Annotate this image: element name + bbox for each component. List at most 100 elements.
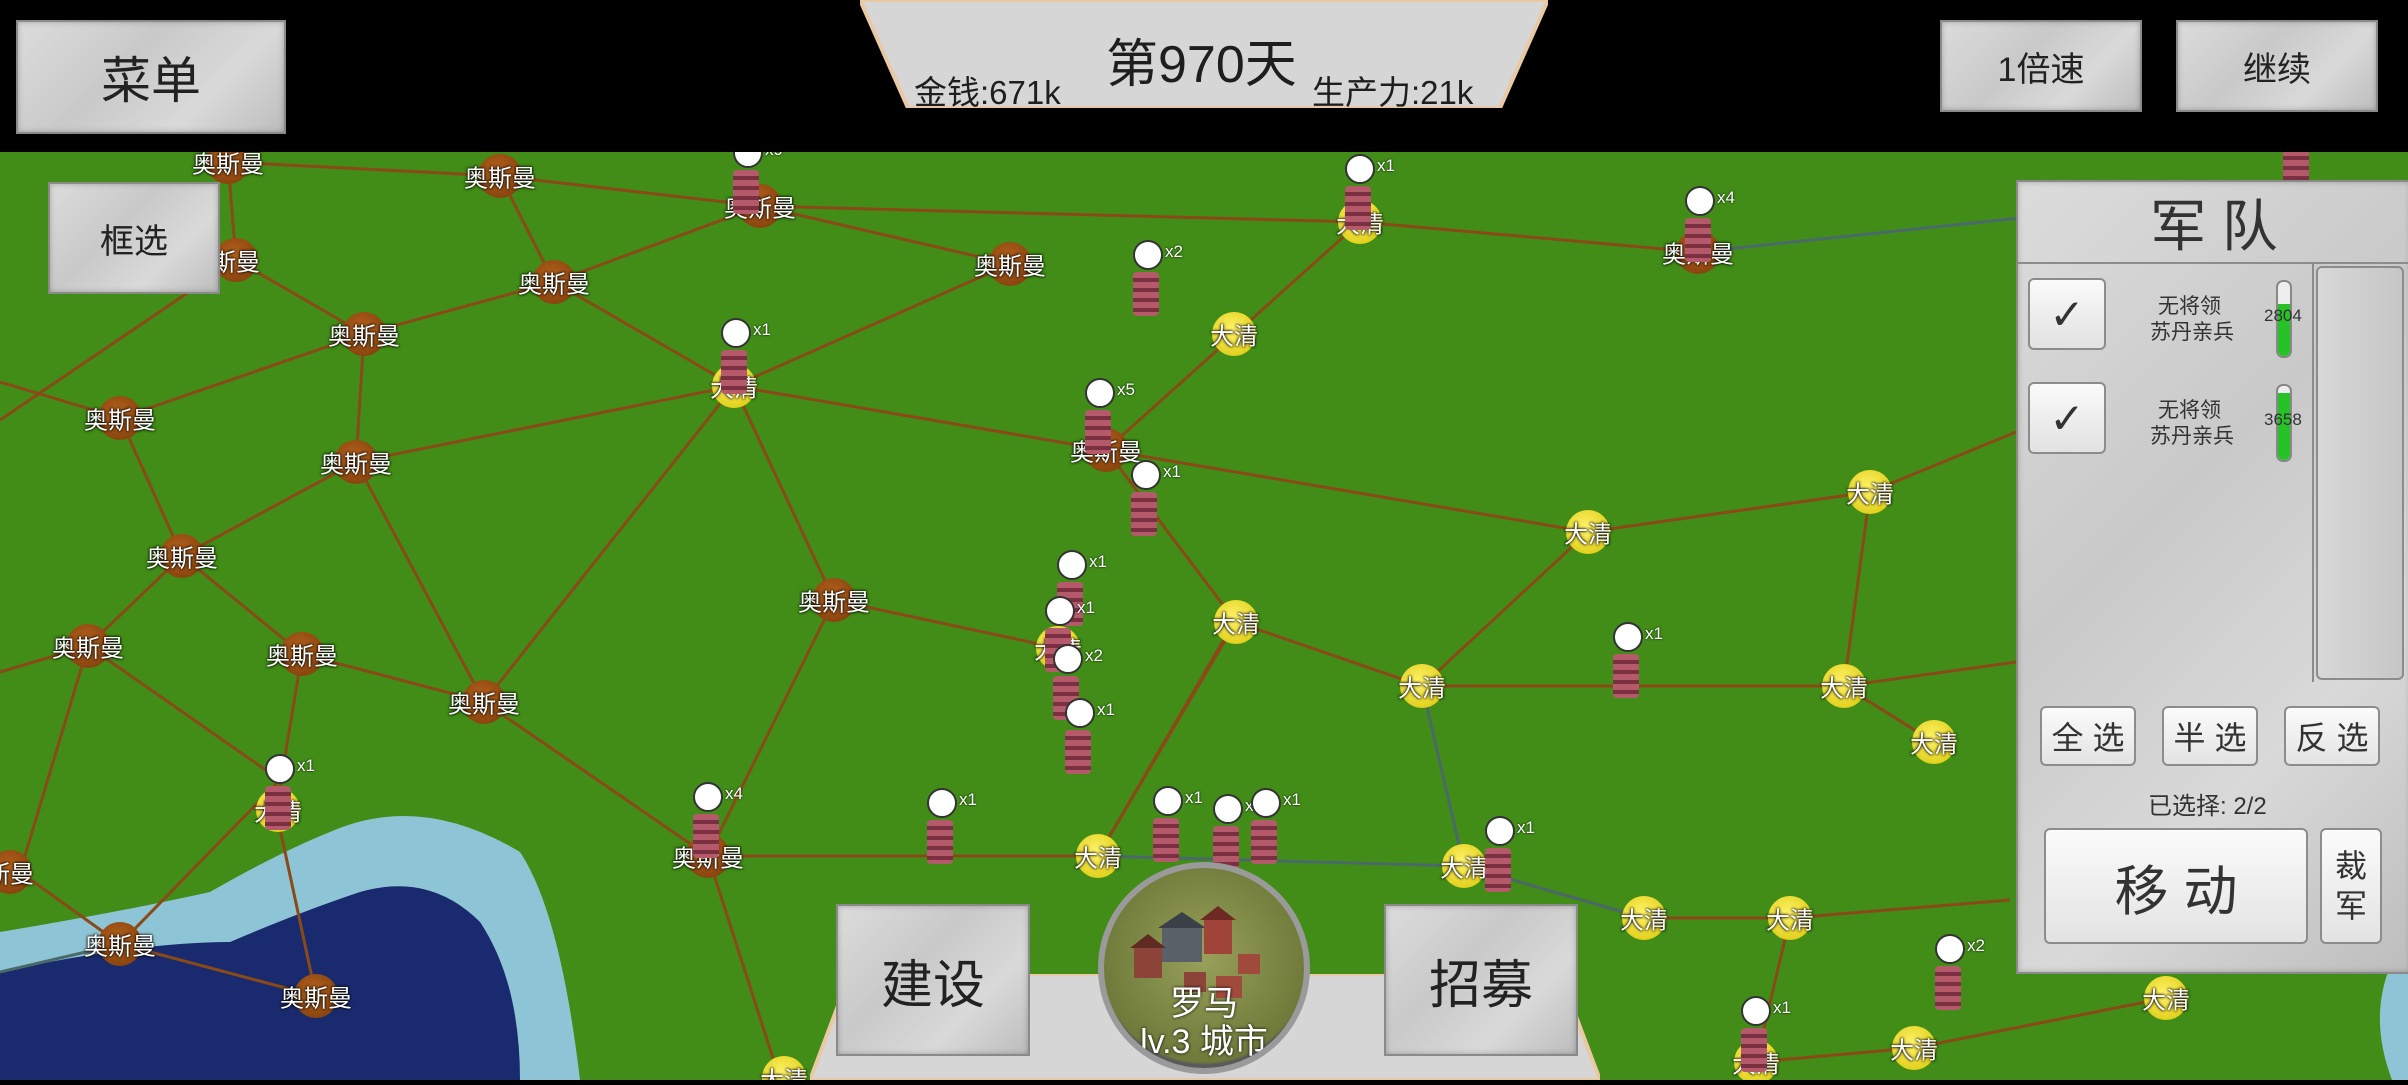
unit-checkbox[interactable]: ✓ <box>2028 382 2106 454</box>
continue-button[interactable]: 继续 <box>2176 20 2378 112</box>
city-node[interactable] <box>988 242 1032 286</box>
build-button[interactable]: 建设 <box>836 904 1030 1056</box>
city-node[interactable] <box>1768 896 1812 940</box>
army-unit[interactable]: x5 <box>1085 378 1135 454</box>
troop-icon <box>1153 818 1179 862</box>
troop-icon <box>1345 186 1371 230</box>
city-node[interactable] <box>1442 844 1486 888</box>
army-count: x1 <box>1377 156 1395 175</box>
city-node[interactable] <box>160 534 204 578</box>
city-node[interactable] <box>1214 600 1258 644</box>
army-unit[interactable]: x1 <box>927 788 977 864</box>
army-count: x1 <box>753 320 771 339</box>
money-readout: 金钱:671k <box>914 74 1061 111</box>
army-unit[interactable]: x2 <box>1935 934 1985 1010</box>
army-banner-icon <box>1045 596 1075 626</box>
army-unit[interactable]: x1 <box>1131 460 1181 536</box>
army-banner-icon <box>1065 698 1095 728</box>
army-unit[interactable]: x4 <box>693 782 743 858</box>
troop-icon <box>721 350 747 394</box>
troop-icon <box>693 814 719 858</box>
army-unit[interactable]: x1 <box>1251 788 1301 864</box>
army-unit[interactable]: x1 <box>1485 816 1535 892</box>
day-counter: 第970天 <box>1106 36 1297 94</box>
invert-selection-button[interactable]: 反 选 <box>2284 706 2380 766</box>
city-node[interactable] <box>1822 664 1866 708</box>
army-count: x2 <box>1967 936 1985 955</box>
army-banner-icon <box>1213 794 1243 824</box>
army-unit[interactable]: x1 <box>1345 154 1395 230</box>
army-count: x1 <box>1645 624 1663 643</box>
city-node[interactable] <box>1566 510 1610 554</box>
army-unit[interactable]: x1 <box>1741 996 1791 1072</box>
army-count: x2 <box>1165 242 1183 261</box>
move-button[interactable]: 移 动 <box>2044 828 2308 944</box>
army-unit[interactable]: x9 <box>733 152 783 214</box>
city-node[interactable] <box>342 312 386 356</box>
city-node[interactable] <box>1400 664 1444 708</box>
army-unit[interactable]: x1 <box>265 754 315 830</box>
city-level-label: lv.3 城市 <box>1140 1023 1268 1061</box>
army-banner-icon <box>1613 622 1643 652</box>
army-unit[interactable]: x1 <box>721 318 771 394</box>
army-banner-icon <box>1053 644 1083 674</box>
army-count: x1 <box>1089 552 1107 571</box>
army-banner-icon <box>1153 786 1183 816</box>
city-node[interactable] <box>532 260 576 304</box>
troop-icon <box>1065 730 1091 774</box>
city-node[interactable] <box>462 680 506 724</box>
unit-type: 苏丹亲兵 <box>2150 425 2234 448</box>
selected-city-portrait[interactable]: 罗马 lv.3 城市 <box>1098 862 1310 1074</box>
select-all-button[interactable]: 全 选 <box>2040 706 2136 766</box>
army-unit[interactable]: x1 <box>1213 794 1263 870</box>
army-count: x4 <box>1717 188 1735 207</box>
city-node[interactable] <box>294 974 338 1018</box>
sea-shallow-right <box>2379 972 2408 1080</box>
city-node[interactable] <box>98 922 142 966</box>
troop-icon <box>1251 820 1277 864</box>
army-banner-icon <box>693 782 723 812</box>
city-node[interactable] <box>1076 834 1120 878</box>
city-node[interactable] <box>334 440 378 484</box>
unit-row[interactable]: ✓ 无将领 苏丹亲兵 2804 <box>2018 264 2312 368</box>
army-count: x1 <box>1163 462 1181 481</box>
troop-icon <box>733 170 759 214</box>
unit-list[interactable]: ✓ 无将领 苏丹亲兵 2804 ✓ 无将领 苏丹亲兵 3658 <box>2018 264 2314 682</box>
city-node[interactable] <box>66 624 110 668</box>
city-node[interactable] <box>478 154 522 198</box>
unit-strength-value: 3658 <box>2264 410 2302 429</box>
city-node[interactable] <box>214 238 258 282</box>
city-node[interactable] <box>1622 896 1666 940</box>
army-unit[interactable]: x1 <box>1613 622 1663 698</box>
army-banner-icon <box>1057 550 1087 580</box>
unit-list-scrollbar[interactable] <box>2316 266 2404 680</box>
army-unit[interactable]: x2 <box>1133 240 1183 316</box>
unit-type: 苏丹亲兵 <box>2150 321 2234 344</box>
army-banner-icon <box>1131 460 1161 490</box>
recruit-button[interactable]: 招募 <box>1384 904 1578 1056</box>
army-unit[interactable]: x4 <box>1685 186 1735 262</box>
city-node[interactable] <box>1212 312 1256 356</box>
city-node[interactable] <box>1912 720 1956 764</box>
city-node[interactable] <box>1892 1026 1936 1070</box>
army-count: x1 <box>297 756 315 775</box>
troop-icon <box>1485 848 1511 892</box>
unit-checkbox[interactable]: ✓ <box>2028 278 2106 350</box>
city-node[interactable] <box>98 396 142 440</box>
army-count: x4 <box>725 784 743 803</box>
box-select-button[interactable]: 框选 <box>48 182 220 294</box>
select-half-button[interactable]: 半 选 <box>2162 706 2258 766</box>
menu-button[interactable]: 菜单 <box>16 20 286 134</box>
unit-row[interactable]: ✓ 无将领 苏丹亲兵 3658 <box>2018 368 2312 472</box>
city-node[interactable] <box>2144 976 2188 1020</box>
city-node[interactable] <box>812 578 856 622</box>
troop-icon <box>1741 1028 1767 1072</box>
city-node[interactable] <box>1848 470 1892 514</box>
speed-button[interactable]: 1倍速 <box>1940 20 2142 112</box>
army-unit[interactable]: x1 <box>1153 786 1203 862</box>
city-node[interactable] <box>280 632 324 676</box>
disband-button[interactable]: 裁 军 <box>2320 828 2382 944</box>
troop-icon <box>1133 272 1159 316</box>
unit-strength-value: 2804 <box>2264 306 2302 325</box>
army-unit[interactable]: x1 <box>1065 698 1115 774</box>
